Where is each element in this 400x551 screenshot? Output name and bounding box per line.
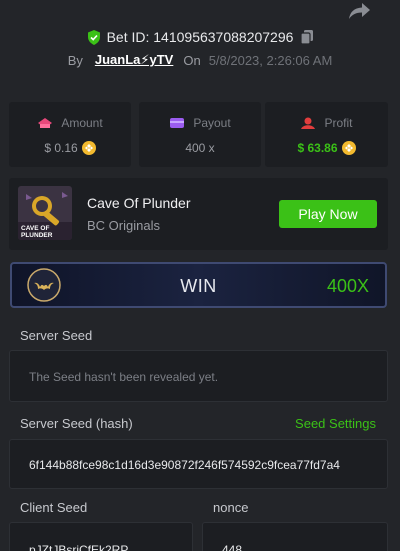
server-hash-field[interactable]: 6f144b88fce98c1d16d3e90872f246f574592c9f…: [9, 439, 388, 489]
by-label: By: [67, 52, 83, 68]
nonce-value: 448: [222, 543, 243, 551]
server-hash-label: Server Seed (hash): [20, 416, 133, 431]
bet-meta-row: By JuanLa⚡yTV On 5/8/2023, 2:26:06 AM: [0, 52, 400, 68]
stat-amount: Amount $ 0.16: [9, 102, 131, 167]
result-banner: WIN 400X: [10, 262, 387, 308]
svg-text:CAVE OF: CAVE OF: [21, 225, 49, 232]
stat-amount-value: $ 0.16: [44, 141, 78, 155]
server-seed-field: The Seed hasn't been revealed yet.: [9, 350, 388, 402]
client-seed-value: pJZtJBsriCfEk2RP: [29, 543, 129, 551]
client-seed-label: Client Seed: [20, 500, 88, 515]
profit-icon: [301, 117, 316, 129]
nonce-field[interactable]: 448: [202, 522, 388, 551]
nonce-label: nonce: [213, 500, 249, 515]
result-multiplier: 400X: [326, 276, 369, 296]
svg-text:PLUNDER: PLUNDER: [21, 232, 53, 239]
stat-payout-value: 400 x: [185, 141, 215, 155]
server-hash-value: 6f144b88fce98c1d16d3e90872f246f574592c9f…: [29, 458, 340, 472]
play-now-button[interactable]: Play Now: [279, 200, 377, 228]
coin-icon: [341, 141, 356, 155]
bet-id-row: Bet ID: 141095637088207296: [0, 28, 400, 46]
game-thumbnail[interactable]: CAVE OF PLUNDER: [18, 186, 72, 240]
client-seed-field[interactable]: pJZtJBsriCfEk2RP: [9, 522, 193, 551]
stat-profit-value: $ 63.86: [297, 141, 338, 155]
on-label: On: [183, 52, 201, 68]
server-seed-value: The Seed hasn't been revealed yet.: [29, 370, 219, 384]
copy-icon[interactable]: [301, 30, 314, 44]
share-icon[interactable]: [346, 0, 372, 22]
bet-date: 5/8/2023, 2:26:06 AM: [208, 52, 333, 68]
game-provider: BC Originals: [87, 218, 160, 233]
coin-icon: [81, 141, 96, 155]
game-card: CAVE OF PLUNDER Cave Of Plunder BC Origi…: [9, 178, 388, 250]
stat-profit: Profit $ 63.86: [265, 102, 388, 167]
wallet-icon: [170, 118, 185, 128]
server-seed-label: Server Seed: [20, 328, 93, 343]
game-name[interactable]: Cave Of Plunder: [87, 195, 191, 211]
verified-shield-icon: [87, 29, 100, 45]
stat-payout-label: Payout: [193, 116, 231, 130]
money-icon: [38, 118, 53, 128]
stat-profit-label: Profit: [324, 116, 353, 130]
username-link[interactable]: JuanLa⚡yTV: [95, 52, 173, 68]
bet-id: Bet ID: 141095637088207296: [106, 29, 294, 45]
stat-payout: Payout 400 x: [139, 102, 261, 167]
seed-settings-link[interactable]: Seed Settings: [295, 416, 376, 431]
stat-amount-label: Amount: [61, 116, 103, 130]
